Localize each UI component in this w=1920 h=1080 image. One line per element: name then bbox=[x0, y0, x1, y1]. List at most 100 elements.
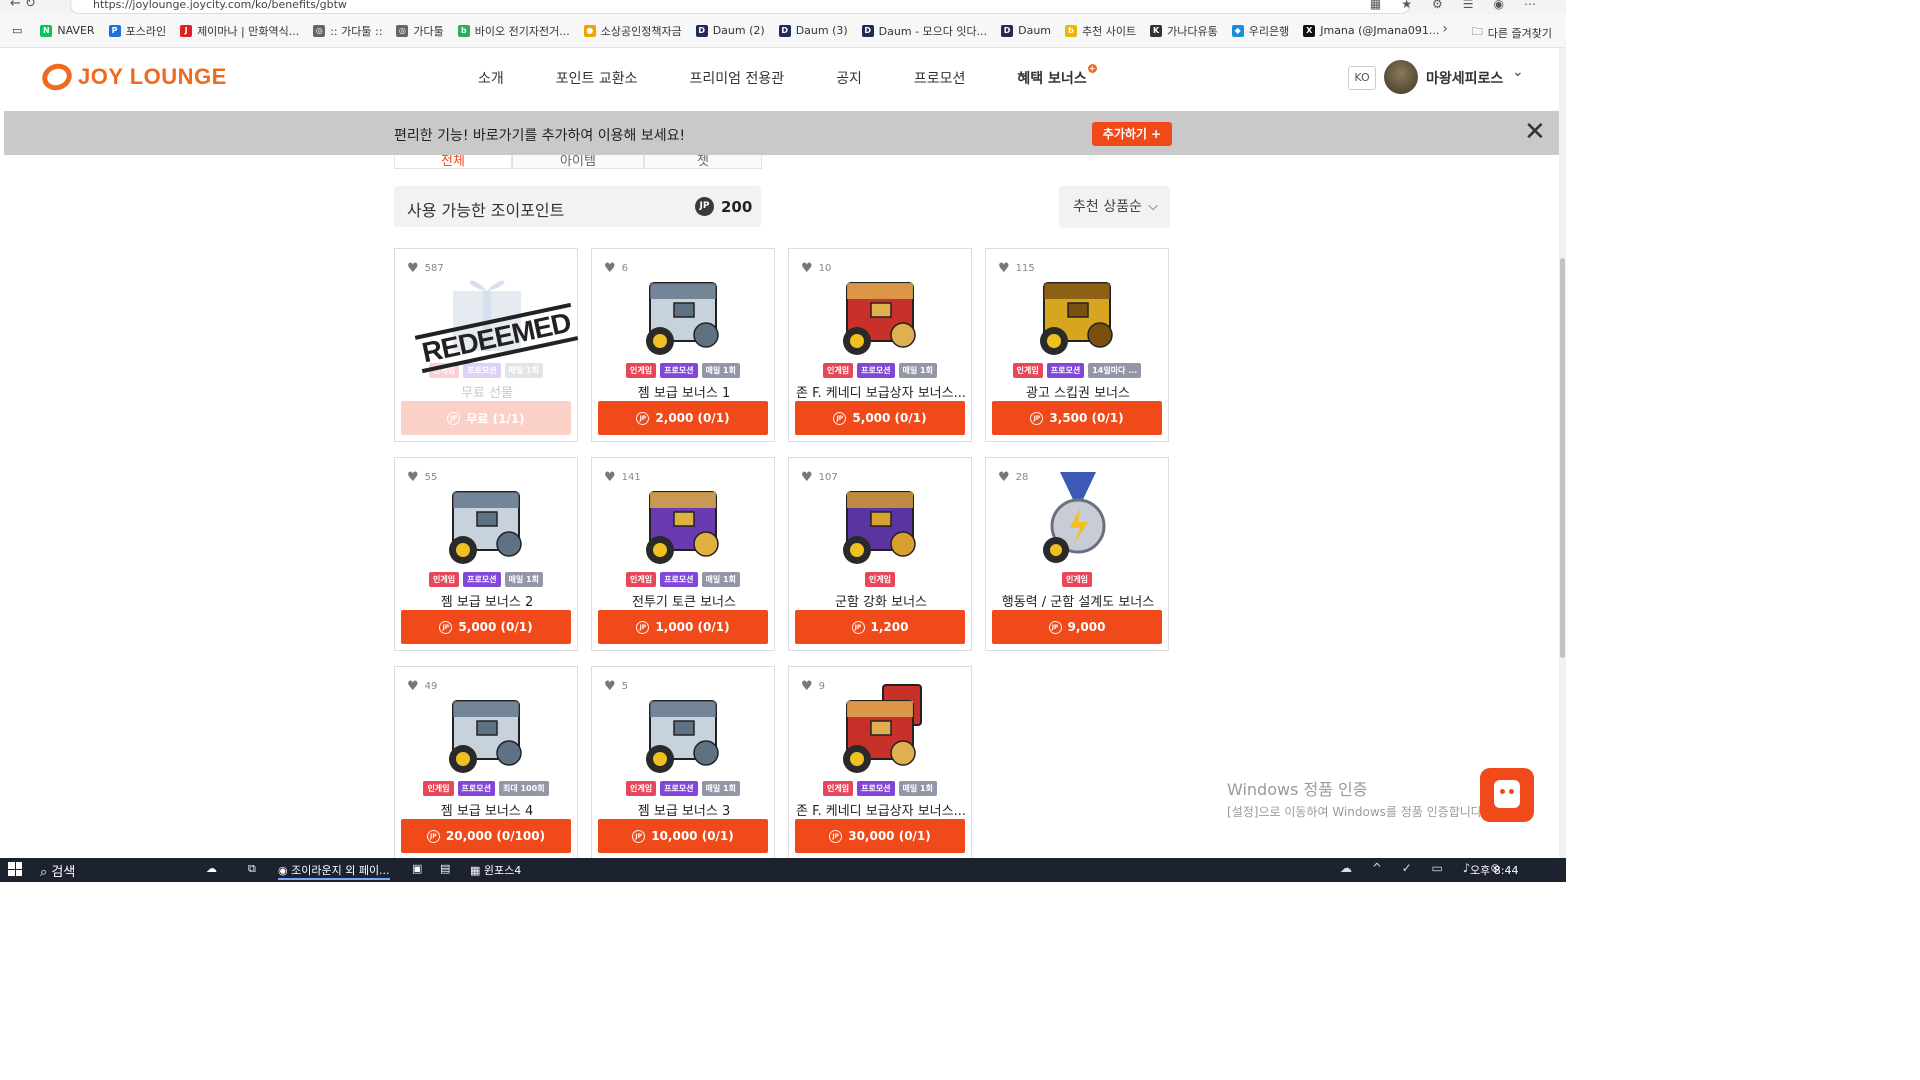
product-tag: 인게임 bbox=[423, 781, 454, 796]
bookmark-item[interactable]: ◆ 우리은행 bbox=[1231, 23, 1289, 39]
nav-premium[interactable]: 프리미엄 전용관 bbox=[690, 68, 785, 88]
bookmark-item[interactable]: D Daum - 모으다 잇다... bbox=[861, 23, 987, 39]
product-card[interactable]: ♥ 115 인게임 프로모션 14일마다 ... 광고 스킵권 보너스 JP 3,500 (0… bbox=[985, 248, 1169, 442]
language-selector[interactable]: KO bbox=[1348, 66, 1376, 90]
scrollbar-thumb[interactable] bbox=[1560, 258, 1565, 658]
bookmark-label: Daum (2) bbox=[712, 24, 765, 37]
weather-icon[interactable]: ☁ bbox=[206, 862, 217, 875]
nav-promotion[interactable]: 프로모션 bbox=[914, 68, 966, 88]
logo-mark-icon bbox=[38, 59, 76, 95]
bookmark-item[interactable]: P 포스라인 bbox=[108, 23, 166, 39]
jp-coin-icon: JP bbox=[426, 829, 440, 843]
like-button[interactable]: ♥ 55 bbox=[407, 470, 437, 485]
product-image bbox=[636, 470, 732, 568]
product-card[interactable]: ♥ 10 인게임 프로모션 매일 1회 존 F. 케네디 보급상자 보너스... JP 5,0… bbox=[788, 248, 972, 442]
bookmark-item[interactable]: ◎ 가다툴 bbox=[396, 23, 444, 39]
like-button[interactable]: ♥ 5 bbox=[604, 679, 628, 694]
taskbar-app-browser[interactable]: ◉ 조이라운지 외 페이... bbox=[278, 862, 390, 880]
add-shortcut-button[interactable]: 추가하기 + bbox=[1092, 122, 1172, 146]
product-card[interactable]: ♥ 6 인게임 프로모션 매일 1회 젬 보급 보너스 1 JP 2,000 (0/1) bbox=[591, 248, 775, 442]
product-tags: 인게임 프로모션 최대 100회 bbox=[395, 781, 577, 796]
product-card[interactable]: ♥ 28 인게임 행동력 / 군함 설계도 보너스 JP 9,000 bbox=[985, 457, 1169, 651]
tab-etc[interactable]: 젯 bbox=[644, 155, 762, 169]
purchase-button[interactable]: JP 5,000 (0/1) bbox=[401, 610, 571, 644]
chatbot-button[interactable] bbox=[1480, 768, 1534, 822]
product-tag: 인게임 bbox=[1061, 572, 1093, 587]
nav-notice[interactable]: 공지 bbox=[836, 68, 862, 88]
tab-item[interactable]: 아이템 bbox=[512, 155, 644, 169]
like-button[interactable]: ♥ 9 bbox=[801, 679, 825, 694]
product-card[interactable]: ♥ 5 인게임 프로모션 매일 1회 젬 보급 보너스 3 JP 10,000 (0/1) bbox=[591, 666, 775, 860]
file-explorer-icon[interactable]: ▣ bbox=[412, 862, 422, 875]
bookmark-label: 추천 사이트 bbox=[1082, 24, 1137, 38]
purchase-button[interactable]: JP 5,000 (0/1) bbox=[795, 401, 965, 435]
product-card[interactable]: ♥ 587 인게임 프로모션 매일 1회 무료 선물 JP 무료 (1/1) REDEEMED bbox=[394, 248, 578, 442]
purchase-button[interactable]: JP 10,000 (0/1) bbox=[598, 819, 768, 853]
page-scrollbar[interactable] bbox=[1559, 48, 1566, 858]
bookmark-item[interactable]: K 가나다유통 bbox=[1150, 23, 1218, 39]
bookmark-item[interactable]: J 제이마나 | 만화역식... bbox=[180, 23, 299, 39]
product-card[interactable]: ♥ 141 인게임 프로모션 매일 1회 전투기 토큰 보너스 JP 1,000 (0/1) bbox=[591, 457, 775, 651]
product-tag: 매일 1회 bbox=[701, 363, 740, 378]
product-image bbox=[439, 679, 535, 777]
address-bar[interactable]: https://joylounge.joycity.com/ko/benefit… bbox=[70, 0, 1410, 14]
task-view-icon[interactable]: ⧉ bbox=[248, 862, 256, 876]
bookmark-item[interactable]: b 바이오 전기자전거... bbox=[457, 23, 570, 39]
purchase-button[interactable]: JP 9,000 bbox=[992, 610, 1162, 644]
product-card[interactable]: ♥ 107 인게임 군함 강화 보너스 JP 1,200 bbox=[788, 457, 972, 651]
product-card[interactable]: ♥ 49 인게임 프로모션 최대 100회 젬 보급 보너스 4 JP 20,000 (0/1… bbox=[394, 666, 578, 860]
bookmark-item[interactable]: ◎:: 가다툴 :: bbox=[313, 23, 382, 39]
nav-benefit-bonus[interactable]: 혜택 보너스 + bbox=[1017, 64, 1097, 88]
tab-list-icon[interactable]: ▭ bbox=[12, 24, 22, 37]
product-tag: 프로모션 bbox=[660, 781, 698, 796]
other-bookmarks[interactable]: 🗀 다른 즐겨찾기 bbox=[1472, 23, 1552, 42]
taskbar-app-winforce[interactable]: ▦ 윈포스4 bbox=[470, 862, 521, 878]
product-name: 존 F. 케네디 보급상자 보너스... bbox=[795, 804, 966, 819]
purchase-button[interactable]: JP 30,000 (0/1) bbox=[795, 819, 965, 853]
bookmark-favicon-icon: K bbox=[1150, 24, 1163, 37]
bookmark-item[interactable]: D Daum bbox=[1001, 24, 1051, 37]
bookmark-item[interactable]: X Jmana (@Jmana091... bbox=[1303, 24, 1439, 37]
purchase-button[interactable]: JP 무료 (1/1) bbox=[401, 401, 571, 435]
purchase-button[interactable]: JP 20,000 (0/100) bbox=[401, 819, 571, 853]
chevron-right-icon[interactable]: › bbox=[1442, 21, 1448, 37]
like-button[interactable]: ♥ 10 bbox=[801, 261, 831, 276]
purchase-button[interactable]: JP 1,200 bbox=[795, 610, 965, 644]
taskbar-clock: 오후 8:44 bbox=[1470, 864, 1519, 877]
browser-icons[interactable]: ▦★⚙☰◉⋯ bbox=[1370, 0, 1556, 11]
heart-icon: ♥ bbox=[998, 470, 1010, 485]
tab-all[interactable]: 전체 bbox=[394, 155, 512, 169]
user-name[interactable]: 마왕세피로스 bbox=[1426, 68, 1503, 88]
nav-point-exchange[interactable]: 포인트 교환소 bbox=[556, 68, 638, 88]
nav-intro[interactable]: 소개 bbox=[478, 68, 504, 88]
taskbar-app-icon[interactable]: ▤ bbox=[440, 862, 450, 875]
product-tag: 인게임 bbox=[429, 572, 460, 587]
windows-start-icon[interactable] bbox=[8, 862, 22, 876]
product-card[interactable]: ♥ 9 인게임 프로모션 매일 1회존 F. 케네디 보급상자 보너스... JP 30,0… bbox=[788, 666, 972, 860]
chevron-down-icon[interactable]: ⌄ bbox=[1512, 64, 1524, 80]
product-tags: 인게임 프로모션 매일 1회 bbox=[789, 781, 971, 796]
purchase-button[interactable]: JP 1,000 (0/1) bbox=[598, 610, 768, 644]
product-card[interactable]: ♥ 55 인게임 프로모션 매일 1회 젬 보급 보너스 2 JP 5,000 (0/1) bbox=[394, 457, 578, 651]
bookmark-favicon-icon: b bbox=[1065, 24, 1078, 37]
sort-dropdown[interactable]: 추천 상품순 ⌵ bbox=[1059, 186, 1170, 228]
product-tag: 프로모션 bbox=[457, 781, 495, 796]
logo[interactable]: JOY LOUNGE bbox=[38, 59, 227, 95]
taskbar-search[interactable]: ⌕ 검색 bbox=[40, 861, 75, 880]
avatar[interactable] bbox=[1384, 60, 1418, 94]
like-button[interactable]: ♥ 49 bbox=[407, 679, 437, 694]
bookmark-item[interactable]: D Daum (2) bbox=[695, 24, 765, 37]
bookmark-item[interactable]: ● 소상공인정책자금 bbox=[583, 23, 682, 39]
purchase-button[interactable]: JP 2,000 (0/1) bbox=[598, 401, 768, 435]
close-icon[interactable]: ✕ bbox=[1524, 119, 1546, 145]
purchase-button[interactable]: JP 3,500 (0/1) bbox=[992, 401, 1162, 435]
bookmark-item[interactable]: b 추천 사이트 bbox=[1065, 23, 1136, 39]
like-button[interactable]: ♥ 28 bbox=[998, 470, 1028, 485]
product-tag: 프로모션 bbox=[463, 572, 501, 587]
bookmark-item[interactable]: D Daum (3) bbox=[778, 24, 848, 37]
back-icon[interactable]: ← ↻ bbox=[10, 0, 36, 11]
bookmark-item[interactable]: N NAVER bbox=[40, 24, 95, 37]
like-button[interactable]: ♥ 6 bbox=[604, 261, 628, 276]
jp-coin-icon: JP bbox=[447, 411, 461, 425]
jp-coin-icon: JP bbox=[833, 411, 847, 425]
